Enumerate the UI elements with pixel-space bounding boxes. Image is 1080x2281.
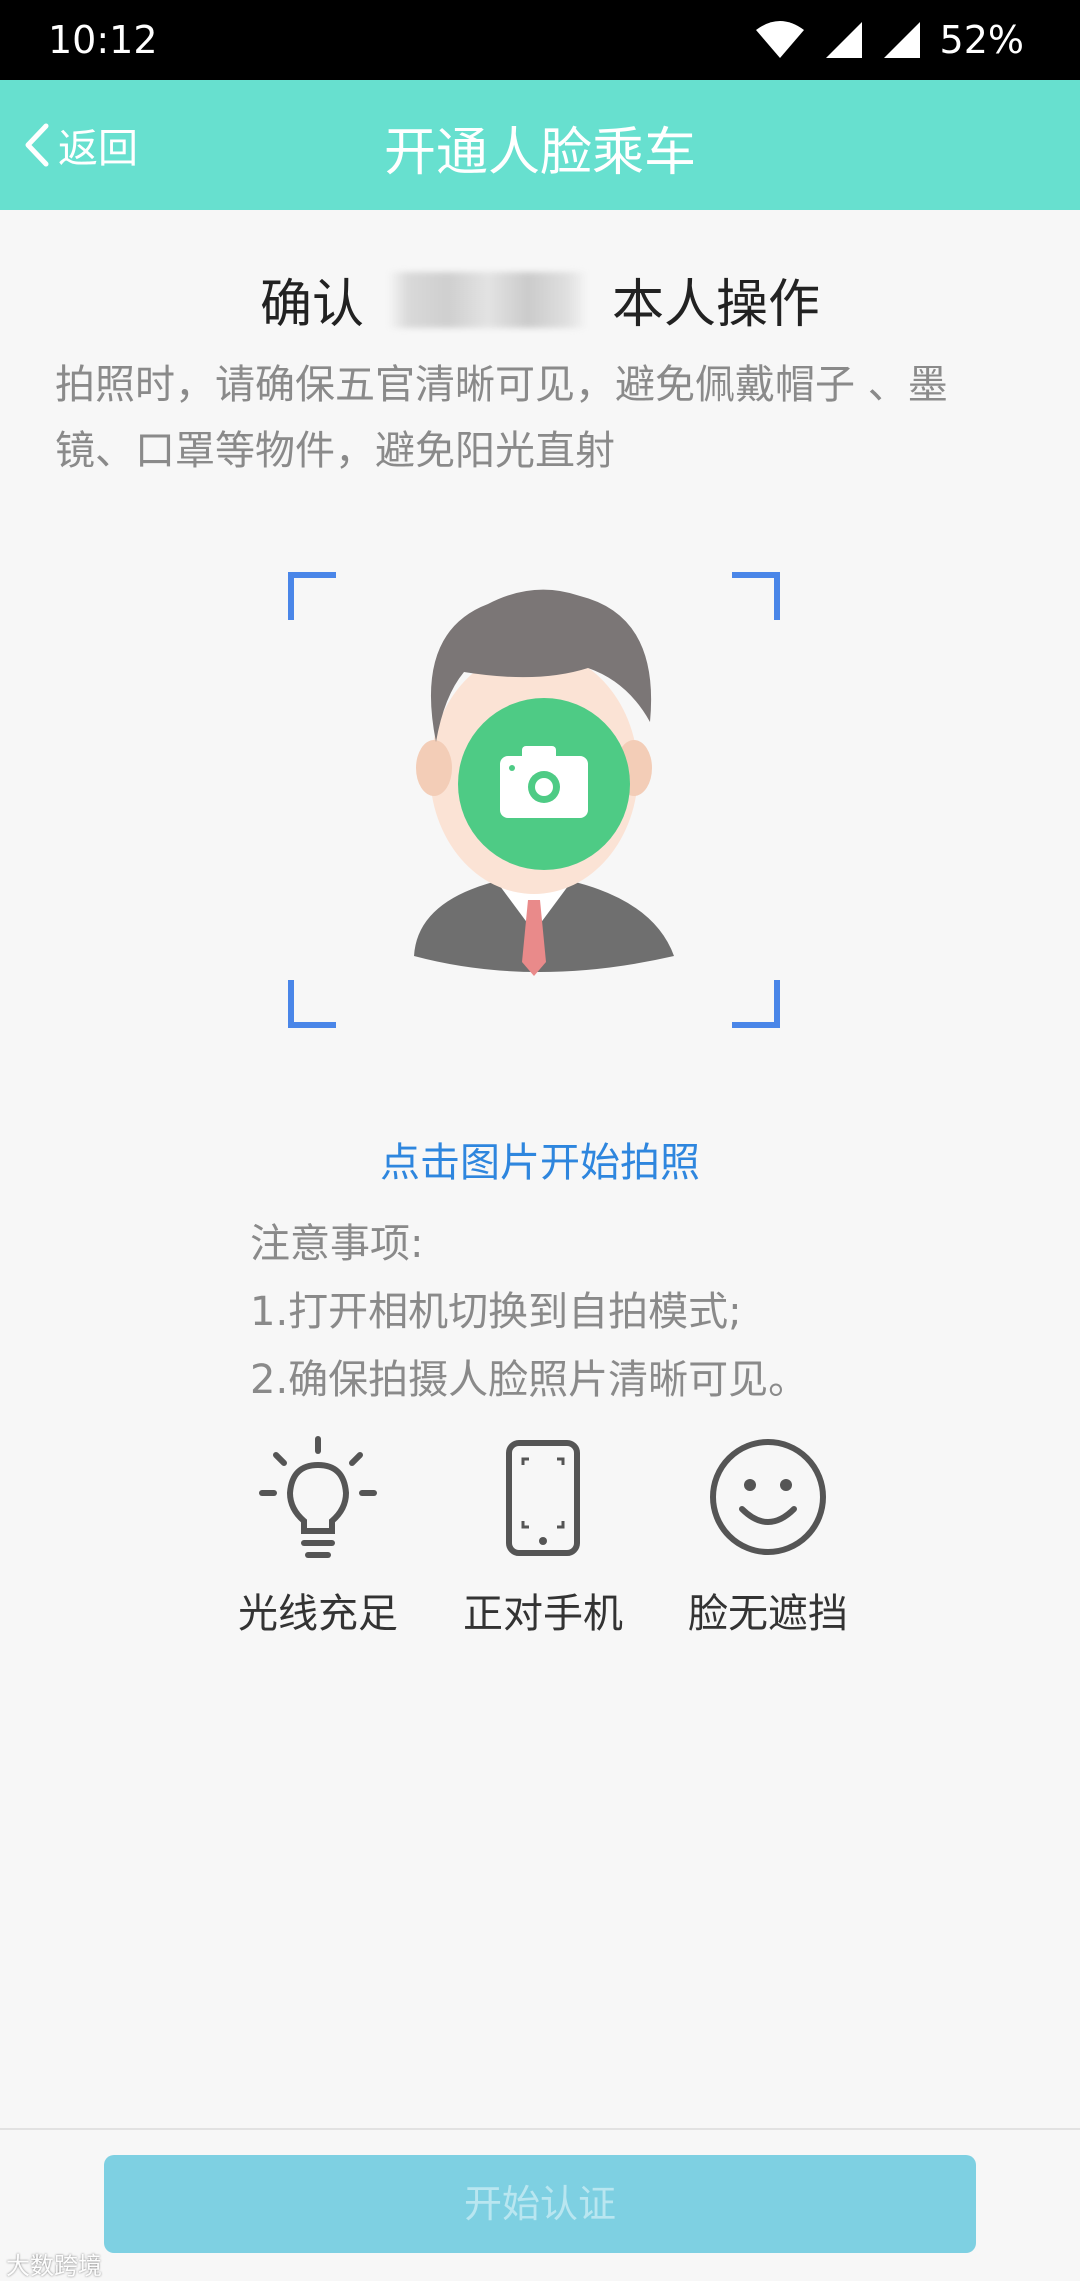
tap-photo-hint[interactable]: 点击图片开始拍照 — [0, 1130, 1080, 1188]
tip-good-lighting: 光线充足 — [218, 1435, 418, 1639]
note-item: 2.确保拍摄人脸照片清晰可见。 — [250, 1357, 809, 1403]
wifi-icon — [755, 21, 804, 58]
signal-icon — [825, 22, 862, 58]
nav-bar: 返回 开通人脸乘车 — [0, 80, 1080, 210]
camera-icon — [500, 746, 588, 818]
tip-label: 正对手机 — [463, 1591, 623, 1637]
blurred-name — [388, 271, 588, 328]
tip-no-cover: 脸无遮挡 — [668, 1435, 868, 1639]
watermark: 大数跨境 — [6, 2252, 102, 2280]
phone-icon — [506, 1440, 580, 1556]
smiley-face-icon — [710, 1439, 826, 1555]
page-title: 开通人脸乘车 — [383, 123, 696, 183]
signal-icon-2 — [883, 22, 920, 58]
take-photo-area[interactable] — [288, 572, 780, 1028]
tip-label: 光线充足 — [238, 1591, 398, 1637]
status-bar: 10:12 52% — [0, 0, 1080, 80]
note-item: 1.打开相机切换到自拍模式; — [250, 1289, 742, 1335]
notes-title: 注意事项: — [250, 1221, 424, 1267]
notes-section: 注意事项: 1.打开相机切换到自拍模式; 2.确保拍摄人脸照片清晰可见。 — [250, 1210, 808, 1414]
tip-label: 脸无遮挡 — [688, 1591, 848, 1637]
divider — [0, 2128, 1080, 2130]
battery-percent: 52% — [939, 18, 1024, 62]
photo-instructions: 拍照时，请确保五官清晰可见，避免佩戴帽子 、墨镜、口罩等物件，避免阳光直射 — [55, 362, 948, 474]
photo-tips: 光线充足 正对手机 脸无遮挡 — [218, 1435, 868, 1639]
confirm-suffix: 本人操作 — [612, 275, 821, 335]
confirm-prefix: 确认 — [259, 275, 364, 335]
avatar-photo-frame — [288, 572, 780, 1028]
tip-face-phone: 正对手机 — [443, 1435, 643, 1639]
camera-button — [458, 698, 630, 870]
confirm-identity-heading: 确认 本人操作 — [0, 262, 1080, 337]
lightbulb-icon — [259, 1436, 377, 1558]
start-verification-button[interactable]: 开始认证 — [104, 2155, 976, 2253]
status-time: 10:12 — [48, 18, 158, 62]
